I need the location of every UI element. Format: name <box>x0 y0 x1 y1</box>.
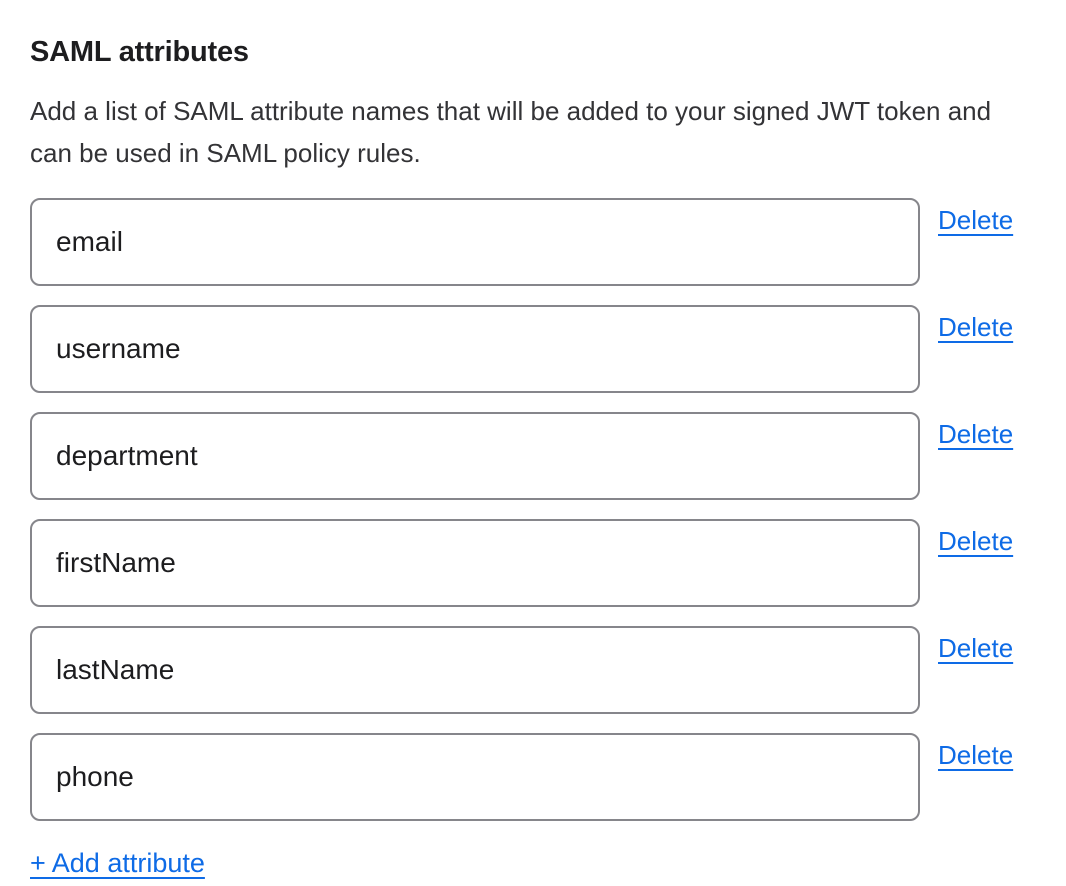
attribute-row: Delete <box>30 626 1024 714</box>
delete-attribute-link[interactable]: Delete <box>938 525 1013 557</box>
attribute-name-input[interactable] <box>30 198 920 286</box>
attribute-row: Delete <box>30 519 1024 607</box>
delete-attribute-link[interactable]: Delete <box>938 204 1013 236</box>
attribute-name-input[interactable] <box>30 733 920 821</box>
attribute-name-input[interactable] <box>30 519 920 607</box>
delete-attribute-link[interactable]: Delete <box>938 311 1013 343</box>
attribute-name-input[interactable] <box>30 412 920 500</box>
add-attribute-link[interactable]: + Add attribute <box>30 846 205 880</box>
section-title: SAML attributes <box>30 34 1024 70</box>
attribute-row: Delete <box>30 305 1024 393</box>
attribute-name-input[interactable] <box>30 626 920 714</box>
delete-attribute-link[interactable]: Delete <box>938 632 1013 664</box>
delete-attribute-link[interactable]: Delete <box>938 418 1013 450</box>
attribute-list: Delete Delete Delete Delete Delete Delet… <box>30 198 1024 821</box>
saml-attributes-section: SAML attributes Add a list of SAML attri… <box>0 0 1066 880</box>
delete-attribute-link[interactable]: Delete <box>938 739 1013 771</box>
section-description: Add a list of SAML attribute names that … <box>30 90 1024 174</box>
attribute-row: Delete <box>30 412 1024 500</box>
attribute-row: Delete <box>30 198 1024 286</box>
attribute-row: Delete <box>30 733 1024 821</box>
attribute-name-input[interactable] <box>30 305 920 393</box>
